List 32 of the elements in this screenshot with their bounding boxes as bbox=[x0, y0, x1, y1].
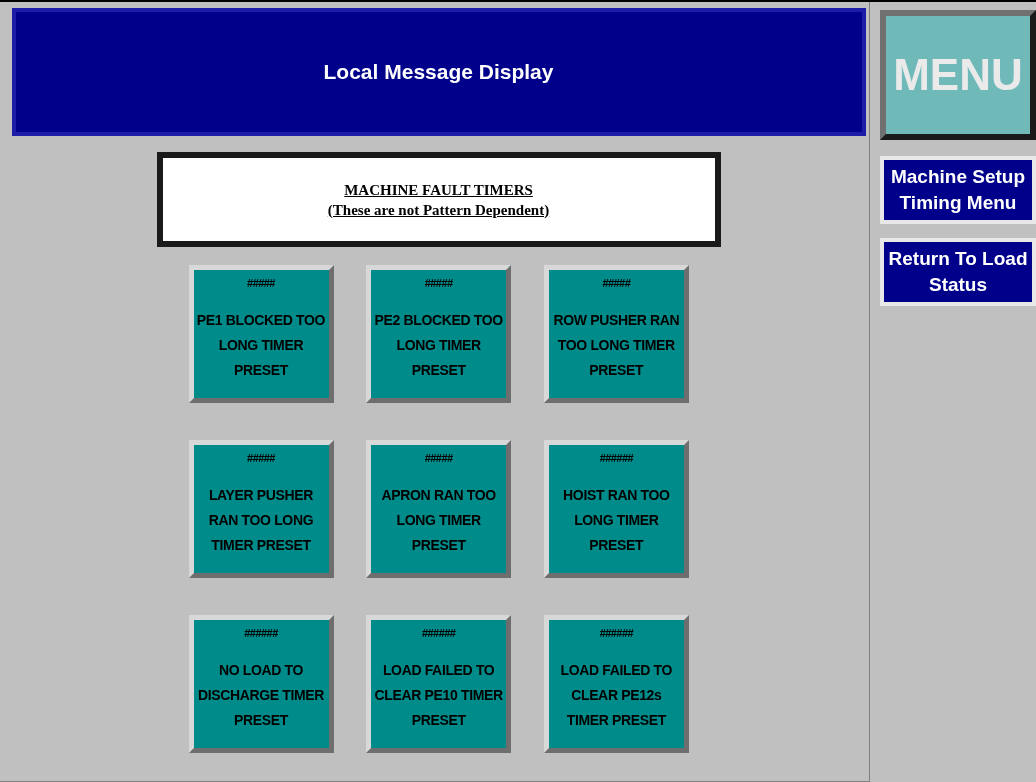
timer-button[interactable]: ###### LOAD FAILED TO CLEAR PE10 TIMER PRESET bbox=[366, 615, 512, 753]
nav-button[interactable]: Return To Load Status bbox=[880, 238, 1036, 306]
timer-value: ##### bbox=[424, 451, 453, 465]
timer-button[interactable]: ##### LAYER PUSHER RAN TOO LONG TIMER PRESET bbox=[188, 440, 334, 578]
timer-value: ###### bbox=[599, 451, 634, 465]
header-bar: Local Message Display bbox=[11, 8, 866, 136]
timer-label: PE2 BLOCKED TOO LONG TIMER PRESET bbox=[373, 311, 504, 380]
timer-label: PE1 BLOCKED TOO LONG TIMER PRESET bbox=[195, 311, 327, 380]
timer-value: ##### bbox=[247, 276, 275, 290]
nav-button[interactable]: Machine Setup Timing Menu bbox=[880, 156, 1036, 224]
timer-value: ##### bbox=[424, 276, 453, 290]
timer-label: HOIST RAN TOO LONG TIMER PRESET bbox=[562, 486, 671, 555]
timer-label: LOAD FAILED TO CLEAR PE12s TIMER PRESET bbox=[559, 661, 674, 730]
timer-button[interactable]: ###### NO LOAD TO DISCHARGE TIMER PRESET bbox=[188, 615, 334, 753]
timer-button[interactable]: ###### HOIST RAN TOO LONG TIMER PRESET bbox=[543, 440, 689, 578]
timer-label: LOAD FAILED TO CLEAR PE10 TIMER PRESET bbox=[373, 661, 504, 730]
timer-button[interactable]: ##### PE1 BLOCKED TOO LONG TIMER PRESET bbox=[188, 265, 334, 403]
timer-label: NO LOAD TO DISCHARGE TIMER PRESET bbox=[196, 661, 326, 730]
timer-value: ##### bbox=[602, 276, 631, 290]
timer-button[interactable]: ##### APRON RAN TOO LONG TIMER PRESET bbox=[366, 440, 512, 578]
timer-value: ###### bbox=[244, 626, 278, 640]
timer-label: ROW PUSHER RAN TOO LONG TIMER PRESET bbox=[552, 311, 681, 380]
timer-value: ###### bbox=[599, 626, 634, 640]
timer-button[interactable]: ##### PE2 BLOCKED TOO LONG TIMER PRESET bbox=[366, 265, 512, 403]
timer-button[interactable]: ##### ROW PUSHER RAN TOO LONG TIMER PRESET bbox=[543, 265, 689, 403]
timer-value: ##### bbox=[247, 451, 275, 465]
timer-label: APRON RAN TOO LONG TIMER PRESET bbox=[380, 486, 497, 555]
timer-label: LAYER PUSHER RAN TOO LONG TIMER PRESET bbox=[207, 486, 315, 555]
timer-button[interactable]: ###### LOAD FAILED TO CLEAR PE12s TIMER PRESET bbox=[543, 615, 689, 753]
timer-value: ###### bbox=[421, 626, 456, 640]
notice-title: MACHINE FAULT TIMERS bbox=[344, 180, 533, 200]
notice-subtitle: (These are not Pattern Dependent) bbox=[327, 200, 550, 220]
